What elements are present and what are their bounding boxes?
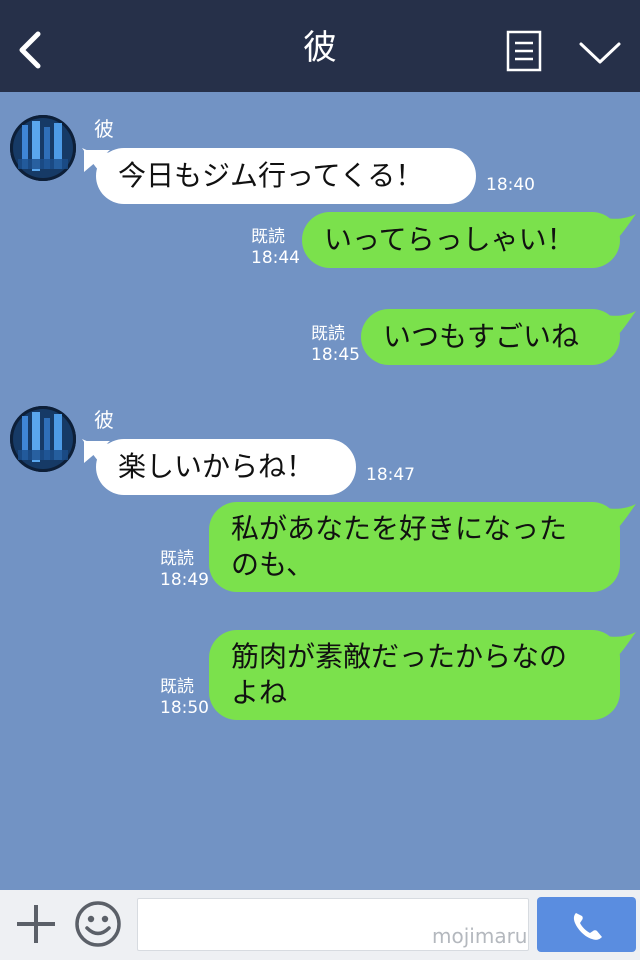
bubble-tail: [606, 214, 636, 240]
chevron-down-icon: [579, 42, 621, 64]
message-text-line: 筋肉が素敵だったからなの: [231, 640, 568, 673]
message-bubble-outgoing[interactable]: いってらっしゃい！: [302, 212, 636, 268]
message-time: 18:40: [486, 175, 535, 195]
message-time: 18:49: [160, 570, 209, 590]
message-text: いってらっしゃい！: [324, 223, 575, 256]
read-status: 既読: [160, 549, 194, 569]
message-text: いつもすごいね: [383, 320, 580, 353]
message-time: 18:47: [366, 465, 415, 485]
message-bubble-incoming[interactable]: 今日もジム行ってくる！: [82, 148, 476, 204]
watermark: mojimaru: [432, 924, 528, 948]
message-bubble-outgoing[interactable]: いつもすごいね: [361, 309, 636, 365]
add-button[interactable]: [14, 902, 58, 946]
avatar-image: [10, 406, 76, 472]
message-time: 18:44: [251, 248, 300, 268]
message-time: 18:50: [160, 698, 209, 718]
bubble-tail: [606, 311, 636, 337]
message-text: 今日もジム行ってくる！: [118, 159, 424, 192]
read-receipt: 既読 18:45: [311, 324, 360, 366]
bubble-tail: [82, 439, 112, 465]
message-text-line: 私があなたを好きになった: [231, 512, 568, 545]
sender-name: 彼: [94, 117, 114, 141]
message-bubble-incoming[interactable]: 楽しいからね！: [82, 439, 356, 495]
phone-icon: [573, 913, 602, 940]
bubble-tail: [82, 148, 112, 174]
message-text: 楽しいからね！: [118, 450, 315, 483]
bubble-tail: [606, 632, 636, 658]
chat-title: 彼: [303, 28, 337, 68]
bubble-tail: [606, 504, 636, 530]
read-receipt: 既読 18:44: [251, 227, 300, 269]
avatar[interactable]: [10, 115, 76, 181]
sender-name: 彼: [94, 408, 114, 432]
message-time: 18:45: [311, 345, 360, 365]
list-icon: [506, 30, 542, 72]
plus-icon: [17, 905, 55, 943]
message-bubble-outgoing[interactable]: 私があなたを好きになった のも、: [209, 502, 636, 592]
read-receipt: 既読 18:49: [160, 549, 209, 591]
read-receipt: 既読 18:50: [160, 677, 209, 719]
message-bubble-outgoing[interactable]: 筋肉が素敵だったからなの よね: [209, 630, 636, 720]
read-status: 既読: [160, 677, 194, 697]
avatar[interactable]: [10, 406, 76, 472]
message-text-line: よね: [231, 676, 288, 709]
read-status: 既読: [311, 324, 345, 344]
smiley-icon: [75, 901, 121, 947]
emoji-button[interactable]: [74, 900, 122, 948]
message-text-line: のも、: [231, 548, 315, 581]
call-button[interactable]: [537, 897, 636, 952]
expand-button[interactable]: [578, 36, 622, 68]
avatar-image: [10, 115, 76, 181]
chat-header: 彼: [0, 0, 640, 92]
read-status: 既読: [251, 227, 285, 247]
menu-button[interactable]: [506, 30, 542, 72]
chat-area[interactable]: 彼 今日もジム行ってくる！ 18:40 既読 18:44 いってらっしゃい！ 既…: [0, 92, 640, 890]
